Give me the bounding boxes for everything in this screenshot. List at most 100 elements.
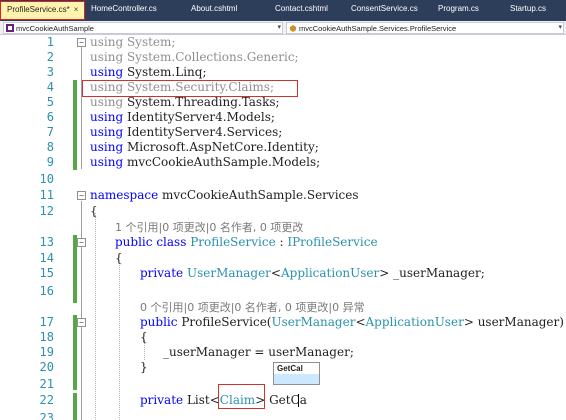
collapse-icon[interactable]: − — [77, 38, 86, 47]
line-number: 10 — [39, 172, 54, 186]
code-text: { — [115, 251, 123, 265]
text-cursor — [298, 394, 299, 407]
code-line: 1 − using System; — [0, 35, 566, 50]
type-name: UserManager — [271, 315, 356, 329]
code-line: 11 − namespace mvcCookieAuthSample.Servi… — [0, 188, 566, 203]
code-text: using IdentityServer4.Models; — [90, 110, 275, 125]
code-rest: System.Threading.Tasks; — [123, 95, 280, 109]
tab-profileservice[interactable]: ProfileService.cs* × — [0, 1, 85, 20]
code-text: using mvcCookieAuthSample.Models; — [90, 155, 320, 170]
codelens-hint[interactable]: 0 个引用|0 项更改|0 名作者, 0 项更改|0 异常 — [0, 300, 566, 315]
angle-bracket: > — [379, 266, 390, 280]
tab-startup[interactable]: Startup.cs — [494, 0, 566, 21]
chevron-down-icon: ▾ — [558, 24, 562, 31]
code-rest: IdentityServer4.Services; — [123, 125, 283, 139]
project-name: mvcCookieAuthSample — [16, 23, 94, 33]
chevron-down-icon: ▾ — [277, 24, 281, 31]
code-text: { — [140, 330, 148, 344]
keyword: using — [90, 110, 124, 124]
tab-consentservice[interactable]: ConsentService.cs — [341, 0, 426, 21]
code-rest: mvcCookieAuthSample.Models; — [123, 155, 321, 169]
method-name: ProfileService( — [177, 315, 272, 329]
tab-label: Program.cs — [438, 4, 479, 13]
line-number: 8 — [46, 140, 54, 154]
collapse-icon[interactable]: − — [77, 318, 86, 327]
code-text: public class ProfileService : IProfileSe… — [115, 235, 378, 250]
keyword: class — [156, 235, 187, 249]
line-number: 6 — [46, 110, 54, 124]
line-number: 7 — [46, 125, 54, 139]
line-number: 21 — [39, 377, 54, 391]
code-rest: userManager) — [473, 315, 564, 329]
type-dropdown[interactable]: mvcCookieAuthSample.Services.ProfileServ… — [286, 22, 564, 34]
collapse-icon[interactable]: − — [77, 191, 86, 200]
keyword: namespace — [90, 188, 159, 202]
code-rest: System.Linq; — [123, 65, 207, 79]
type-name: ProfileService — [190, 235, 276, 249]
tab-label: ConsentService.cs — [351, 4, 418, 13]
code-text: using System.Collections.Generic; — [90, 50, 299, 65]
line-number: 5 — [46, 95, 54, 109]
code-line: 9 using mvcCookieAuthSample.Models; — [0, 155, 566, 170]
changed-marker — [73, 155, 77, 170]
line-number: 22 — [39, 393, 54, 407]
line-number: 20 — [39, 360, 54, 374]
type-name: ApplicationUser — [280, 266, 380, 280]
keyword: using — [90, 50, 124, 64]
project-dropdown[interactable]: mvcCookieAuthSample ▾ — [3, 22, 283, 34]
reference-count-hint[interactable]: 1 个引用|0 项更改|0 名作者, 0 项更改 — [115, 220, 303, 235]
line-number: 16 — [39, 284, 54, 298]
autocomplete-item[interactable] — [274, 374, 319, 384]
code-text: { — [90, 204, 98, 218]
line-number: 18 — [39, 330, 54, 344]
codelens-hint[interactable]: 1 个引用|0 项更改|0 名作者, 0 项更改 — [0, 220, 566, 235]
angle-bracket: < — [355, 315, 366, 329]
tab-label: HomeController.cs — [91, 4, 157, 13]
close-icon[interactable]: × — [74, 5, 79, 14]
code-rest: IdentityServer4.Models; — [123, 110, 275, 124]
code-line: 10 — [0, 172, 566, 187]
keyword: using — [90, 95, 124, 109]
keyword: using — [90, 155, 124, 169]
line-number: 2 — [46, 50, 54, 64]
code-text: namespace mvcCookieAuthSample.Services — [90, 188, 359, 203]
code-text: using System.Threading.Tasks; — [90, 95, 280, 110]
highlight-box — [218, 384, 265, 409]
keyword: private — [140, 393, 184, 407]
tab-contact[interactable]: Contact.cshtml — [261, 0, 341, 21]
code-line: 13 − public class ProfileService : IProf… — [0, 235, 566, 303]
reference-count-hint[interactable]: 0 个引用|0 项更改|0 名作者, 0 项更改|0 异常 — [140, 300, 365, 315]
changed-marker — [73, 80, 77, 95]
autocomplete-item[interactable]: GetCal — [274, 363, 319, 374]
code-text: using IdentityServer4.Services; — [90, 125, 282, 140]
code-rest: _userManager; — [389, 266, 485, 280]
code-line: 12 { — [0, 204, 566, 219]
type-name: UserManager — [186, 266, 271, 280]
angle-bracket: < — [270, 266, 281, 280]
csharp-project-icon — [6, 24, 14, 32]
keyword: public — [115, 235, 153, 249]
code-rest: System.Collections.Generic; — [123, 50, 299, 64]
code-text: public ProfileService(UserManager<Applic… — [140, 315, 564, 330]
changed-marker — [73, 125, 77, 140]
type-name: List — [183, 393, 210, 407]
tab-label: Contact.cshtml — [275, 4, 328, 13]
tab-homecontroller[interactable]: HomeController.cs — [85, 0, 177, 21]
line-number: 12 — [39, 204, 54, 218]
tab-program[interactable]: Program.cs — [426, 0, 494, 21]
line-number: 3 — [46, 65, 54, 79]
changed-marker — [73, 95, 77, 110]
type-name: ApplicationUser — [365, 315, 464, 329]
code-line: 15 private UserManager<ApplicationUser> … — [0, 266, 566, 281]
keyword: using — [90, 65, 124, 79]
line-number: 11 — [39, 188, 54, 202]
code-text: _userManager = userManager; — [163, 345, 354, 359]
type-name: IProfileService — [287, 235, 378, 249]
code-text: private UserManager<ApplicationUser> _us… — [140, 266, 485, 281]
code-line: 14 { — [0, 251, 566, 266]
collapse-icon[interactable]: − — [77, 238, 86, 247]
autocomplete-popup[interactable]: GetCal — [273, 362, 320, 385]
line-number: 15 — [39, 266, 54, 280]
tab-about[interactable]: About.cshtml — [177, 0, 261, 21]
tab-label: ProfileService.cs* — [7, 5, 70, 14]
